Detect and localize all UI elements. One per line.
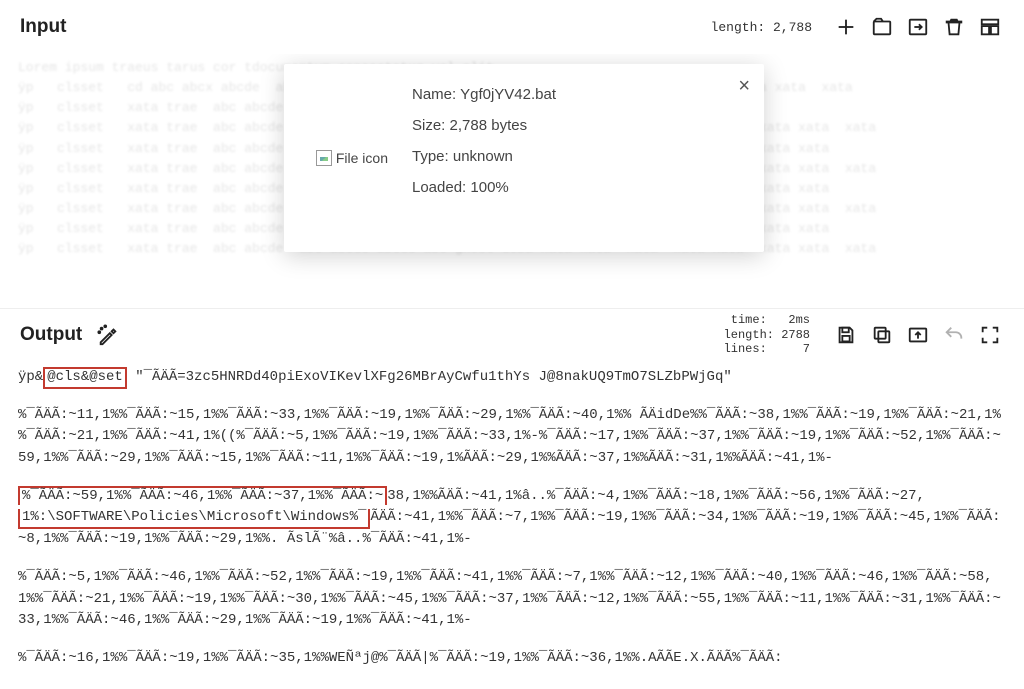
popup-loaded-value: 100% bbox=[470, 179, 508, 196]
output-line1-pre: ÿp& bbox=[18, 369, 43, 385]
output-para-2: %¯ÃÄÃ:~11,1%%¯ÃÄÃ:~15,1%%¯ÃÄÃ:~33,1%%¯ÃÄ… bbox=[18, 405, 1006, 470]
popup-type-row: Type: unknown bbox=[412, 148, 744, 165]
file-info-popup: × File icon Name: Ygf0jYV42.bat Size: 2,… bbox=[284, 64, 764, 252]
close-icon[interactable]: × bbox=[738, 76, 750, 96]
magic-wand-icon[interactable] bbox=[94, 321, 122, 349]
output-line1-post: "¯ÃÄÃ=3zc5HNRDd40piExoVIKevlXFg26MBrAyCw… bbox=[127, 369, 732, 385]
file-icon: File icon bbox=[316, 150, 388, 166]
popup-type-label: Type: bbox=[412, 148, 449, 165]
output-para-4: %¯ÃÄÃ:~5,1%%¯ÃÄÃ:~46,1%%¯ÃÄÃ:~52,1%%¯ÃÄÃ… bbox=[18, 567, 1006, 632]
copy-icon[interactable] bbox=[868, 321, 896, 349]
input-title: Input bbox=[20, 16, 66, 38]
popup-name-label: Name: bbox=[412, 86, 456, 103]
input-import-icon[interactable] bbox=[904, 13, 932, 41]
output-para3-pre-b: 38,1%%ÃÄÃ:~41,1%â..%¯ÃÄÃ:~4,1%%¯ÃÄÃ:~18,… bbox=[387, 488, 925, 504]
output-stats: time: 2ms length: 2788 lines: 7 bbox=[724, 313, 810, 356]
folder-open-icon[interactable] bbox=[868, 13, 896, 41]
move-to-input-icon[interactable] bbox=[904, 321, 932, 349]
output-body[interactable]: ÿp&@cls&@set "¯ÃÄÃ=3zc5HNRDd40piExoVIKev… bbox=[0, 361, 1024, 681]
file-icon-alt: File icon bbox=[336, 150, 388, 166]
output-para-5: %¯ÃÄÃ:~16,1%%¯ÃÄÃ:~19,1%%¯ÃÄÃ:~35,1%%WEÑ… bbox=[18, 648, 1006, 670]
output-title-group: Output bbox=[20, 321, 122, 349]
popup-name-row: Name: Ygf0jYV42.bat bbox=[412, 86, 744, 103]
fullscreen-icon[interactable] bbox=[976, 321, 1004, 349]
popup-details: Name: Ygf0jYV42.bat Size: 2,788 bytes Ty… bbox=[394, 64, 764, 252]
output-header: Output time: 2ms length: 2788 lines: 7 bbox=[0, 309, 1024, 361]
save-icon[interactable] bbox=[832, 321, 860, 349]
input-length: length: 2,788 bbox=[711, 20, 812, 35]
popup-loaded-label: Loaded: bbox=[412, 179, 466, 196]
undo-icon[interactable] bbox=[940, 321, 968, 349]
input-toolbar: length: 2,788 bbox=[711, 13, 1004, 41]
popup-type-value: unknown bbox=[453, 148, 513, 165]
popup-size-label: Size: bbox=[412, 117, 445, 134]
panes-icon[interactable] bbox=[976, 13, 1004, 41]
output-para-3: %¯ÃÄÃ:~59,1%%¯ÃÄÃ:~46,1%%¯ÃÄÃ:~37,1%%¯ÃÄ… bbox=[18, 486, 1006, 551]
popup-loaded-row: Loaded: 100% bbox=[412, 179, 744, 196]
highlight-regpath-top: %¯ÃÄÃ:~59,1%%¯ÃÄÃ:~46,1%%¯ÃÄÃ:~37,1%%¯ÃÄ… bbox=[18, 486, 387, 506]
output-title: Output bbox=[20, 324, 82, 346]
popup-size-value: 2,788 bytes bbox=[450, 117, 528, 134]
input-header: Input length: 2,788 bbox=[0, 0, 1024, 54]
popup-icon-column: File icon bbox=[284, 64, 394, 252]
delete-icon[interactable] bbox=[940, 13, 968, 41]
input-length-label: length: bbox=[711, 20, 766, 35]
output-line-1: ÿp&@cls&@set "¯ÃÄÃ=3zc5HNRDd40piExoVIKev… bbox=[18, 367, 1006, 389]
highlight-regpath-bottom: 1%:\SOFTWARE\Policies\Microsoft\Windows%… bbox=[18, 509, 370, 529]
input-length-value: 2,788 bbox=[773, 20, 812, 35]
broken-image-icon bbox=[316, 150, 332, 166]
output-toolbar: time: 2ms length: 2788 lines: 7 bbox=[724, 313, 1004, 356]
popup-name-value: Ygf0jYV42.bat bbox=[460, 86, 556, 103]
add-icon[interactable] bbox=[832, 13, 860, 41]
input-body[interactable]: Lorem ipsum traeus tarus cor tdocumentum… bbox=[0, 54, 1024, 308]
popup-size-row: Size: 2,788 bytes bbox=[412, 117, 744, 134]
highlight-cls-set: @cls&@set bbox=[43, 367, 127, 389]
